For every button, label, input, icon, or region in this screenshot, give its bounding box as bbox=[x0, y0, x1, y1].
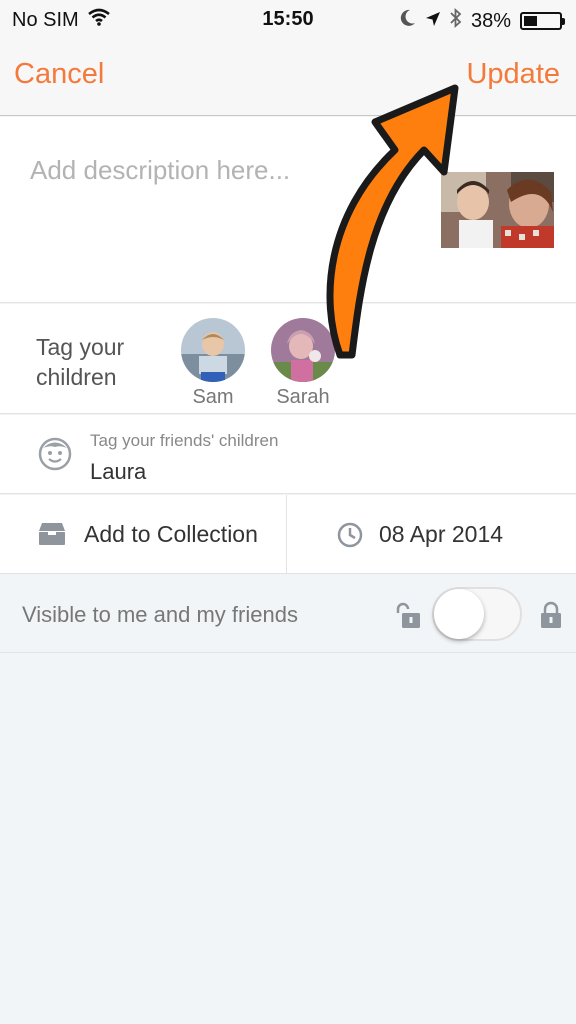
status-right: 38% bbox=[400, 7, 565, 34]
clock-icon bbox=[337, 522, 363, 553]
location-arrow-icon bbox=[425, 10, 441, 33]
add-to-collection-button[interactable]: Add to Collection bbox=[0, 495, 287, 574]
tag-friends-children-row[interactable]: Tag your friends' children Laura bbox=[0, 415, 576, 494]
unlocked-icon bbox=[394, 601, 422, 634]
date-button[interactable]: 08 Apr 2014 bbox=[288, 495, 576, 574]
cancel-button[interactable]: Cancel bbox=[14, 58, 104, 91]
friends-children-label: Tag your friends' children bbox=[90, 431, 279, 450]
friends-children-value: Laura bbox=[90, 459, 147, 484]
child-sarah[interactable]: Sarah bbox=[263, 318, 343, 409]
update-button[interactable]: Update bbox=[466, 58, 560, 91]
date-label: 08 Apr 2014 bbox=[379, 521, 504, 547]
tag-children-label: Tag your children bbox=[36, 334, 125, 390]
locked-icon bbox=[539, 601, 563, 634]
battery-fill bbox=[524, 16, 537, 26]
smiley-face-icon bbox=[38, 437, 72, 476]
status-bar: No SIM 15:50 38% bbox=[0, 0, 576, 40]
visibility-section: Visible to me and my friends bbox=[0, 575, 576, 653]
toggle-knob bbox=[434, 589, 484, 639]
avatar bbox=[181, 318, 245, 382]
visibility-label: Visible to me and my friends bbox=[22, 602, 298, 627]
bluetooth-icon bbox=[450, 7, 462, 34]
child-sam[interactable]: Sam bbox=[173, 318, 253, 409]
avatar bbox=[271, 318, 335, 382]
moon-icon bbox=[400, 9, 416, 33]
visibility-toggle[interactable] bbox=[432, 587, 522, 641]
tag-children-section: Tag your children Sam Sarah bbox=[0, 304, 576, 414]
battery-icon bbox=[520, 12, 565, 30]
description-section: Add description here... bbox=[0, 117, 576, 303]
collection-box-icon bbox=[38, 522, 66, 551]
photo-thumbnail[interactable] bbox=[441, 172, 554, 248]
child-name: Sarah bbox=[276, 386, 330, 408]
collection-label: Add to Collection bbox=[84, 521, 258, 547]
meta-section: Add to Collection 08 Apr 2014 bbox=[0, 495, 576, 574]
battery-percent: 38% bbox=[470, 9, 511, 32]
description-input[interactable]: Add description here... bbox=[30, 155, 290, 186]
nav-bar: Cancel Update bbox=[0, 40, 576, 116]
child-name: Sam bbox=[192, 386, 234, 408]
